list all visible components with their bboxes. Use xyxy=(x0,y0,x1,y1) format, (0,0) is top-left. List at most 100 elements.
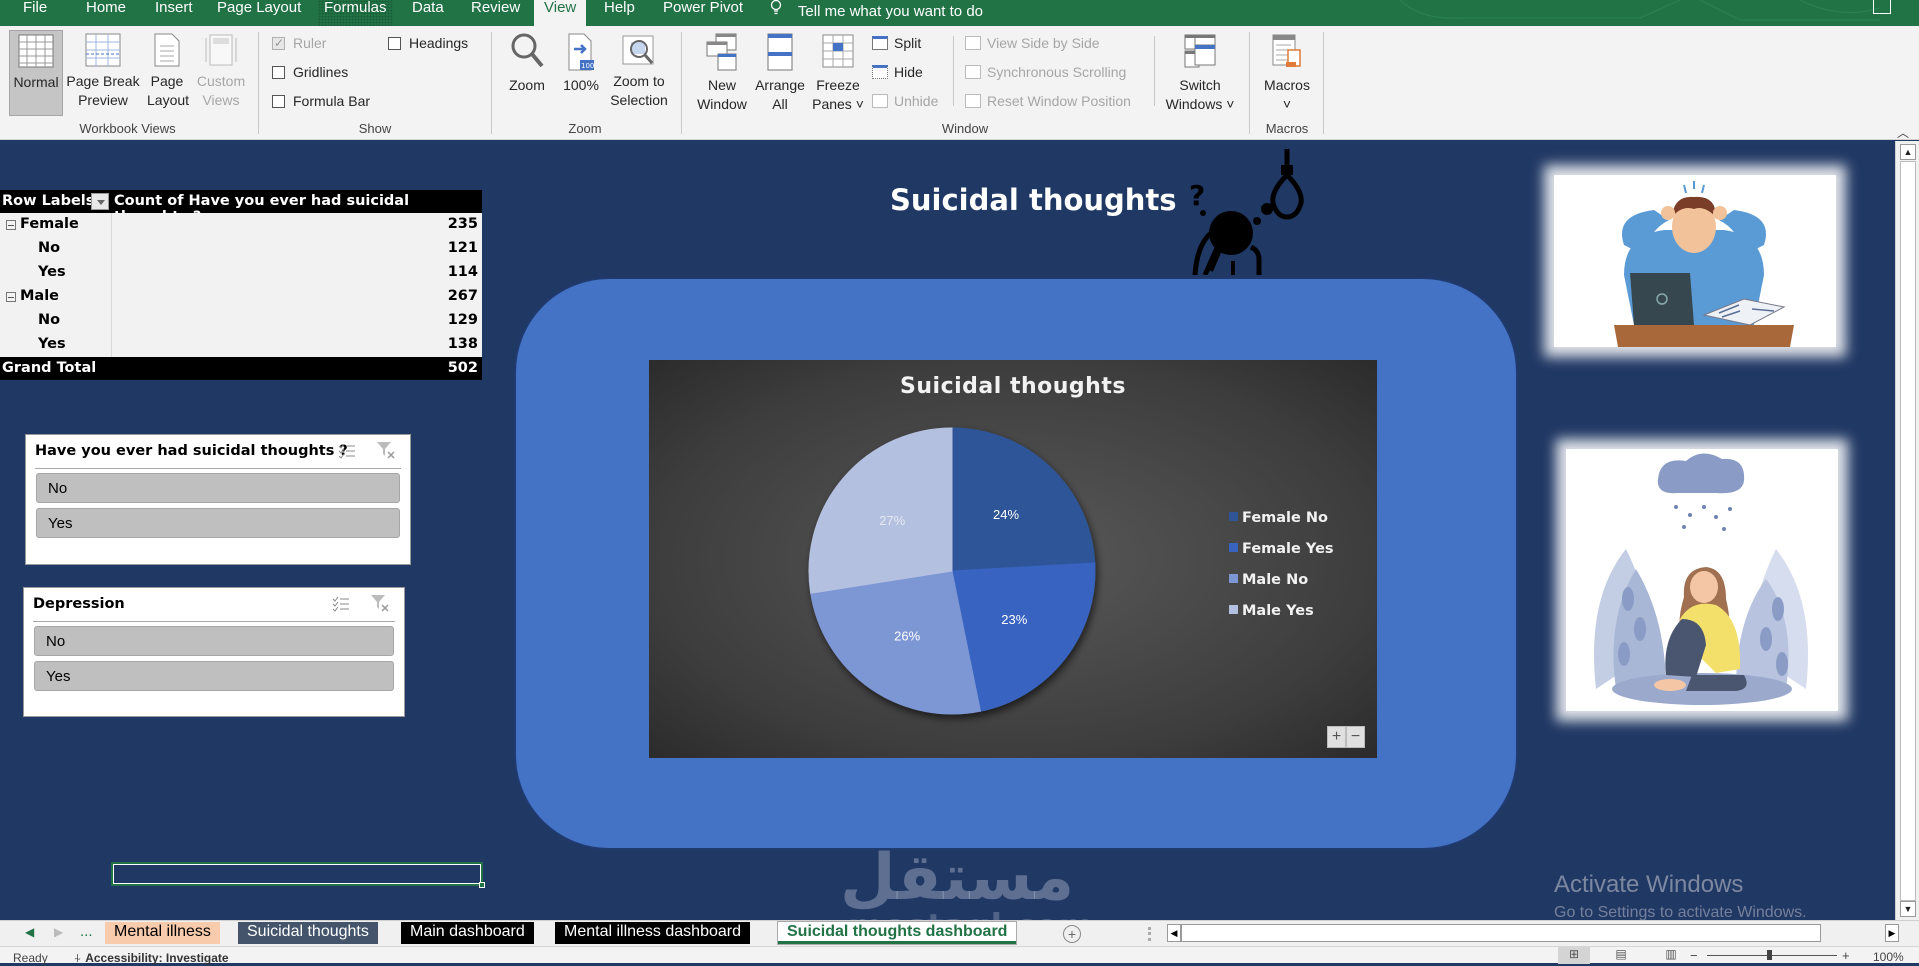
pivot-row-male-no[interactable]: No 129 xyxy=(0,309,482,333)
pivot-row-female[interactable]: Female 235 xyxy=(0,213,482,237)
worksheet[interactable]: Row Labels Count of Have you ever had su… xyxy=(0,141,1895,920)
accessibility-status[interactable]: ⍭ Accessibility: Investigate xyxy=(74,951,229,966)
vertical-scroll-thumb[interactable] xyxy=(1900,161,1916,901)
tab-scroll-left-icon[interactable]: ◀ xyxy=(25,925,34,939)
add-sheet-button[interactable]: + xyxy=(1063,925,1081,943)
page-layout-label-2: Layout xyxy=(147,92,190,108)
page-break-status-button[interactable]: ▥ xyxy=(1655,947,1687,964)
pivot-row-male[interactable]: Male 267 xyxy=(0,285,482,309)
menu-tab-insert[interactable]: Insert xyxy=(155,0,193,26)
pivot-row-female-no[interactable]: No 121 xyxy=(0,237,482,261)
menu-tab-power-pivot[interactable]: Power Pivot xyxy=(663,0,743,26)
sheet-tab-suicidal-thoughts-dashboard[interactable]: Suicidal thoughts dashboard xyxy=(778,922,1017,944)
menu-tab-view[interactable]: View xyxy=(534,0,587,26)
sheet-tab-main-dashboard[interactable]: Main dashboard xyxy=(401,922,534,944)
pivot-row-male-yes[interactable]: Yes 138 xyxy=(0,333,482,357)
zoom-percentage[interactable]: 100% xyxy=(1873,950,1904,964)
menu-tab-page-layout[interactable]: Page Layout xyxy=(217,0,301,26)
pie-slice-female-no[interactable] xyxy=(951,427,1096,572)
tab-scroll-right-icon[interactable]: ▶ xyxy=(54,925,63,939)
group-label-window: Window xyxy=(941,121,989,136)
sheet-tab-suicidal-thoughts[interactable]: Suicidal thoughts xyxy=(238,922,378,944)
page-layout-status-button[interactable]: ▤ xyxy=(1605,947,1637,964)
menu-tab-help[interactable]: Help xyxy=(604,0,635,26)
group-label-zoom: Zoom xyxy=(568,121,602,136)
multi-select-icon[interactable] xyxy=(338,443,356,459)
zoom-slider[interactable] xyxy=(1707,950,1837,960)
horizontal-scrollbar[interactable]: ◀ ▶ xyxy=(1167,924,1899,944)
ruler-checkbox[interactable]: Ruler xyxy=(272,35,326,51)
row-labels-filter-dropdown[interactable] xyxy=(91,193,109,210)
menu-tab-file[interactable]: File xyxy=(23,0,47,26)
zoom-in-button[interactable]: + xyxy=(1842,948,1850,963)
synchronous-scrolling-button[interactable]: Synchronous Scrolling xyxy=(965,64,1126,80)
pivot-row-female-yes[interactable]: Yes 114 xyxy=(0,261,482,285)
pie-slice-male-yes[interactable] xyxy=(808,427,953,594)
slicer-title: Have you ever had suicidal thoughts ? xyxy=(35,443,348,459)
reset-window-position-button[interactable]: Reset Window Position xyxy=(965,93,1131,109)
scroll-right-button[interactable]: ▶ xyxy=(1885,924,1899,942)
pie-chart[interactable]: Suicidal thoughts 24% 23% 26% 27% Female No… xyxy=(649,360,1377,758)
ruler-label: Ruler xyxy=(293,35,327,51)
zoom-button[interactable]: Zoom xyxy=(506,32,548,95)
more-tabs-button[interactable]: ... xyxy=(80,923,93,940)
pivot-grand-total-row[interactable]: Grand Total 502 xyxy=(0,357,482,380)
zoom-100-button[interactable]: 100 100% xyxy=(560,32,602,95)
active-cell-selection[interactable] xyxy=(111,862,485,888)
formula-bar-checkbox[interactable]: Formula Bar xyxy=(272,93,370,109)
normal-view-label: Normal xyxy=(13,74,59,90)
gridlines-checkbox[interactable]: Gridlines xyxy=(272,64,348,80)
tab-split-handle[interactable] xyxy=(1148,927,1151,941)
comments-icon[interactable] xyxy=(1873,0,1891,14)
fill-handle[interactable] xyxy=(479,882,485,888)
zoom-to-selection-button[interactable]: Zoom to Selection xyxy=(604,32,674,110)
zoom-slider-knob[interactable] xyxy=(1767,950,1772,960)
zoom-100-icon: 100 xyxy=(568,33,594,71)
tell-me-search[interactable]: Tell me what you want to do xyxy=(770,0,983,20)
slicer-item-no[interactable]: No xyxy=(36,473,400,503)
collapse-icon[interactable] xyxy=(6,292,16,302)
menu-tab-home[interactable]: Home xyxy=(86,0,126,26)
horizontal-scroll-thumb[interactable] xyxy=(1181,924,1821,942)
clear-filter-icon[interactable] xyxy=(370,594,390,612)
collapse-ribbon-icon[interactable]: ︿ xyxy=(1897,124,1909,141)
unhide-button[interactable]: Unhide xyxy=(872,93,938,109)
scroll-left-button[interactable]: ◀ xyxy=(1167,924,1181,942)
page-break-preview-button[interactable]: Page Break Preview xyxy=(66,32,140,110)
arrange-all-button[interactable]: Arrange All xyxy=(752,32,808,114)
chart-zoom-out-button[interactable]: − xyxy=(1346,726,1365,748)
scroll-down-button[interactable]: ▼ xyxy=(1900,901,1916,917)
normal-view-status-button[interactable]: ⊞ xyxy=(1558,947,1590,964)
zoom-out-button[interactable]: − xyxy=(1690,948,1698,963)
macros-button[interactable]: Macros ˅ xyxy=(1260,32,1314,114)
collapse-icon[interactable] xyxy=(6,220,16,230)
new-window-button[interactable]: New Window xyxy=(692,32,752,114)
menu-tab-data[interactable]: Data xyxy=(412,0,444,26)
menu-tab-formulas[interactable]: Formulas xyxy=(318,0,393,26)
slicer-item-yes[interactable]: Yes xyxy=(34,661,394,691)
menu-tab-review[interactable]: Review xyxy=(471,0,520,26)
pie-svg: 24% 23% 26% 27% xyxy=(808,427,1096,715)
sheet-tab-mental-illness[interactable]: Mental illness xyxy=(105,922,220,944)
view-side-by-side-button[interactable]: View Side by Side xyxy=(965,35,1100,51)
clear-filter-icon[interactable] xyxy=(376,441,396,459)
custom-views-button[interactable]: Custom Views xyxy=(194,32,248,110)
normal-view-button[interactable]: Normal xyxy=(9,30,63,116)
slicer-item-yes[interactable]: Yes xyxy=(36,508,400,538)
distressed-person-icon: ? xyxy=(1189,149,1304,275)
pivot-table[interactable]: Row Labels Count of Have you ever had su… xyxy=(0,190,482,380)
slicer-suicidal-thoughts[interactable]: Have you ever had suicidal thoughts ? No… xyxy=(25,434,411,565)
switch-windows-button[interactable]: Switch Windows ˅ xyxy=(1160,32,1240,114)
sheet-tab-mental-illness-dashboard[interactable]: Mental illness dashboard xyxy=(555,922,750,944)
headings-checkbox[interactable]: Headings xyxy=(388,35,468,51)
split-button[interactable]: Split xyxy=(872,35,921,51)
page-layout-view-button[interactable]: Page Layout xyxy=(147,32,190,110)
slicer-item-no[interactable]: No xyxy=(34,626,394,656)
slicer-depression[interactable]: Depression No Yes xyxy=(23,587,405,717)
freeze-panes-button[interactable]: Freeze Panes ˅ xyxy=(808,32,868,114)
scroll-up-button[interactable]: ▲ xyxy=(1900,144,1916,160)
chart-zoom-in-button[interactable]: + xyxy=(1327,726,1346,748)
vertical-scrollbar[interactable]: ▲ ▼ xyxy=(1895,141,1919,920)
multi-select-icon[interactable] xyxy=(332,596,350,612)
hide-button[interactable]: Hide xyxy=(872,64,923,80)
